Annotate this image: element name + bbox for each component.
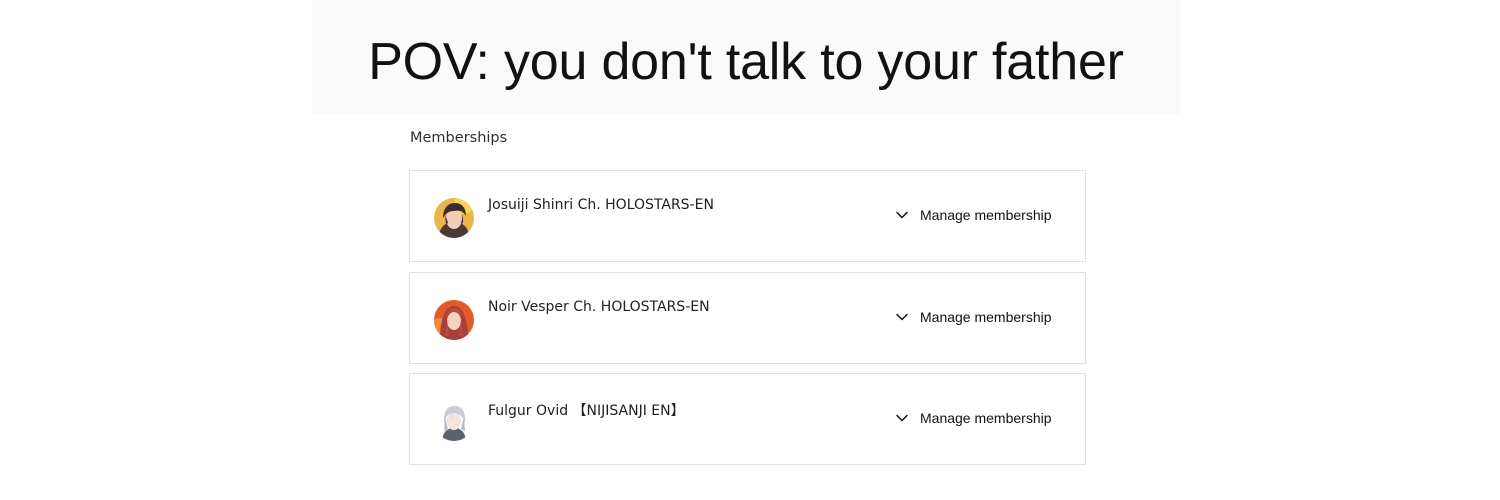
channel-avatar[interactable] <box>434 401 474 441</box>
manage-membership-label: Manage membership <box>920 309 1052 325</box>
chevron-down-icon <box>896 211 908 219</box>
channel-avatar[interactable] <box>434 300 474 340</box>
membership-card: Noir Vesper Ch. HOLOSTARS-EN Manage memb… <box>409 272 1086 364</box>
channel-name[interactable]: Fulgur Ovid 【NIJISANJI EN】 <box>488 400 685 420</box>
manage-membership-label: Manage membership <box>920 410 1052 426</box>
manage-membership-button[interactable]: Manage membership <box>894 207 1052 223</box>
channel-avatar[interactable] <box>434 198 474 238</box>
manage-membership-button[interactable]: Manage membership <box>894 309 1052 325</box>
channel-name[interactable]: Josuiji Shinri Ch. HOLOSTARS-EN <box>488 197 714 213</box>
channel-name[interactable]: Noir Vesper Ch. HOLOSTARS-EN <box>488 299 710 315</box>
manage-membership-label: Manage membership <box>920 207 1052 223</box>
membership-card: Fulgur Ovid 【NIJISANJI EN】 Manage member… <box>409 373 1086 465</box>
chevron-down-icon <box>896 313 908 321</box>
avatar-white-hair-icon <box>434 401 474 441</box>
membership-card: Josuiji Shinri Ch. HOLOSTARS-EN Manage m… <box>409 170 1086 262</box>
page: POV: you don't talk to your father Membe… <box>0 0 1500 500</box>
section-title: Memberships <box>410 130 508 146</box>
chevron-down-icon <box>896 414 908 422</box>
meme-caption: POV: you don't talk to your father <box>368 33 1124 91</box>
avatar-dark-hair-icon <box>434 198 474 238</box>
avatar-red-hair-icon <box>434 300 474 340</box>
meme-caption-band: POV: you don't talk to your father <box>312 0 1180 114</box>
manage-membership-button[interactable]: Manage membership <box>894 410 1052 426</box>
